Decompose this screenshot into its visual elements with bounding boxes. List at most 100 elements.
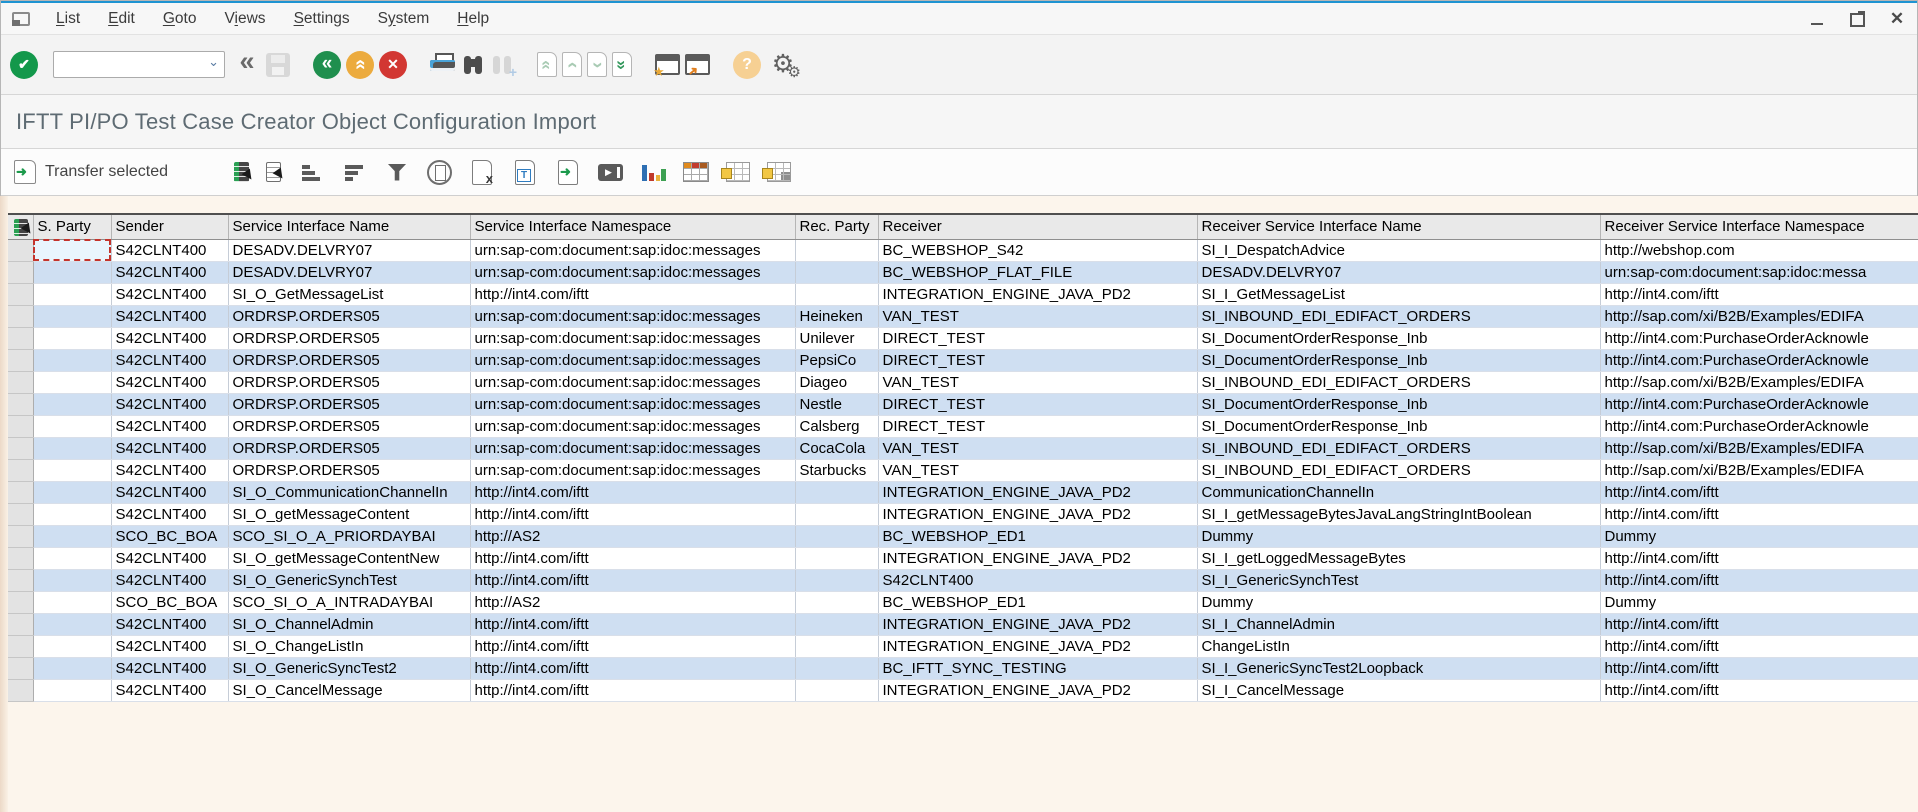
- row-selector[interactable]: [8, 547, 33, 569]
- cell[interactable]: S42CLNT400: [111, 261, 228, 283]
- refresh-icon[interactable]: [427, 160, 452, 185]
- cell[interactable]: S42CLNT400: [111, 503, 228, 525]
- page-down-icon[interactable]: [587, 52, 607, 77]
- cell[interactable]: [33, 305, 111, 327]
- row-selector[interactable]: [8, 613, 33, 635]
- cell[interactable]: SI_O_ChangeListIn: [228, 635, 470, 657]
- row-selector[interactable]: [8, 525, 33, 547]
- cell[interactable]: [795, 261, 878, 283]
- menu-item-edit[interactable]: Edit: [94, 10, 149, 28]
- cell[interactable]: S42CLNT400: [111, 613, 228, 635]
- column-header-rec-party[interactable]: Rec. Party: [795, 214, 878, 239]
- row-selector[interactable]: [8, 635, 33, 657]
- cell[interactable]: http://int4.com/iftt: [470, 547, 795, 569]
- cell[interactable]: http://int4.com/iftt: [470, 613, 795, 635]
- cell[interactable]: http://int4.com/iftt: [470, 679, 795, 701]
- cell[interactable]: BC_WEBSHOP_ED1: [878, 591, 1197, 613]
- cell[interactable]: http://AS2: [470, 525, 795, 547]
- print-icon[interactable]: [430, 53, 456, 77]
- cell[interactable]: S42CLNT400: [111, 415, 228, 437]
- cell[interactable]: SI_I_getMessageBytesJavaLangStringIntBoo…: [1197, 503, 1600, 525]
- cell[interactable]: INTEGRATION_ENGINE_JAVA_PD2: [878, 547, 1197, 569]
- menu-item-views[interactable]: Views: [210, 10, 279, 28]
- cell[interactable]: SI_DocumentOrderResponse_Inb: [1197, 349, 1600, 371]
- row-selector[interactable]: [8, 393, 33, 415]
- cell[interactable]: Dummy: [1600, 591, 1918, 613]
- chevron-down-icon[interactable]: ⌄: [208, 54, 219, 70]
- menu-item-settings[interactable]: Settings: [280, 10, 364, 28]
- cell[interactable]: SCO_BC_BOA: [111, 525, 228, 547]
- row-selector[interactable]: [8, 459, 33, 481]
- cell[interactable]: [33, 657, 111, 679]
- cell[interactable]: http://int4.com/iftt: [1600, 679, 1918, 701]
- cell[interactable]: ORDRSP.ORDERS05: [228, 437, 470, 459]
- cell[interactable]: Dummy: [1197, 525, 1600, 547]
- cell[interactable]: [33, 393, 111, 415]
- cell[interactable]: CommunicationChannelIn: [1197, 481, 1600, 503]
- cell[interactable]: urn:sap-com:document:sap:idoc:messages: [470, 327, 795, 349]
- cell[interactable]: [33, 547, 111, 569]
- cell[interactable]: DESADV.DELVRY07: [228, 239, 470, 261]
- word-processing-icon[interactable]: [512, 159, 538, 185]
- cell[interactable]: DIRECT_TEST: [878, 327, 1197, 349]
- cell[interactable]: SI_DocumentOrderResponse_Inb: [1197, 393, 1600, 415]
- cell[interactable]: http://sap.com/xi/B2B/Examples/EDIFA: [1600, 459, 1918, 481]
- cell[interactable]: SCO_SI_O_A_INTRADAYBAI: [228, 591, 470, 613]
- cell[interactable]: [33, 613, 111, 635]
- cell[interactable]: http://int4.com/iftt: [470, 283, 795, 305]
- cell[interactable]: [33, 591, 111, 613]
- sort-ascending-icon[interactable]: [298, 159, 324, 185]
- cell[interactable]: http://int4.com:PurchaseOrderAcknowle: [1600, 349, 1918, 371]
- cell[interactable]: [795, 481, 878, 503]
- cell[interactable]: S42CLNT400: [111, 481, 228, 503]
- deselect-all-columns-icon[interactable]: [266, 162, 281, 182]
- cell[interactable]: ORDRSP.ORDERS05: [228, 327, 470, 349]
- cell[interactable]: SI_O_getMessageContent: [228, 503, 470, 525]
- cell[interactable]: INTEGRATION_ENGINE_JAVA_PD2: [878, 635, 1197, 657]
- column-header-service-interface-namespace[interactable]: Service Interface Namespace: [470, 214, 795, 239]
- cell[interactable]: urn:sap-com:document:sap:idoc:messages: [470, 239, 795, 261]
- cell[interactable]: http://int4.com/iftt: [1600, 613, 1918, 635]
- cell[interactable]: SI_O_getMessageContentNew: [228, 547, 470, 569]
- cell[interactable]: S42CLNT400: [111, 547, 228, 569]
- menu-item-goto[interactable]: Goto: [149, 10, 211, 28]
- cell[interactable]: ORDRSP.ORDERS05: [228, 305, 470, 327]
- cell[interactable]: SI_O_ChannelAdmin: [228, 613, 470, 635]
- cell[interactable]: ChangeListIn: [1197, 635, 1600, 657]
- cell[interactable]: http://sap.com/xi/B2B/Examples/EDIFA: [1600, 305, 1918, 327]
- cell[interactable]: Dummy: [1197, 591, 1600, 613]
- cell[interactable]: http://int4.com/iftt: [470, 657, 795, 679]
- select-all-header[interactable]: [8, 214, 33, 239]
- minimize-button[interactable]: [1802, 8, 1832, 30]
- cell[interactable]: S42CLNT400: [111, 239, 228, 261]
- cell[interactable]: http://webshop.com: [1600, 239, 1918, 261]
- enter-icon[interactable]: [10, 51, 38, 79]
- new-session-icon[interactable]: [655, 54, 680, 75]
- cell[interactable]: SI_I_GenericSynchTest: [1197, 569, 1600, 591]
- cell[interactable]: SI_O_GetMessageList: [228, 283, 470, 305]
- cell[interactable]: SI_INBOUND_EDI_EDIFACT_ORDERS: [1197, 305, 1600, 327]
- save-layout-icon[interactable]: [767, 162, 791, 182]
- maximize-button[interactable]: [1842, 8, 1872, 30]
- cell[interactable]: [795, 569, 878, 591]
- first-page-icon[interactable]: [537, 52, 557, 77]
- cell[interactable]: [795, 657, 878, 679]
- cell[interactable]: [795, 239, 878, 261]
- cell[interactable]: http://int4.com/iftt: [470, 569, 795, 591]
- cell[interactable]: INTEGRATION_ENGINE_JAVA_PD2: [878, 481, 1197, 503]
- cell[interactable]: INTEGRATION_ENGINE_JAVA_PD2: [878, 503, 1197, 525]
- cell[interactable]: [795, 547, 878, 569]
- cell[interactable]: [33, 371, 111, 393]
- local-file-icon[interactable]: [555, 159, 581, 185]
- transfer-selected-button[interactable]: Transfer selected: [14, 160, 168, 184]
- row-selector[interactable]: [8, 679, 33, 701]
- cell[interactable]: PepsiCo: [795, 349, 878, 371]
- cell[interactable]: http://int4.com/iftt: [1600, 503, 1918, 525]
- cell[interactable]: ORDRSP.ORDERS05: [228, 415, 470, 437]
- cell[interactable]: DESADV.DELVRY07: [1197, 261, 1600, 283]
- cell[interactable]: http://int4.com/iftt: [470, 481, 795, 503]
- menu-item-list[interactable]: List: [42, 10, 94, 28]
- cell[interactable]: http://int4.com/iftt: [470, 503, 795, 525]
- cell[interactable]: S42CLNT400: [111, 305, 228, 327]
- cell[interactable]: SI_DocumentOrderResponse_Inb: [1197, 327, 1600, 349]
